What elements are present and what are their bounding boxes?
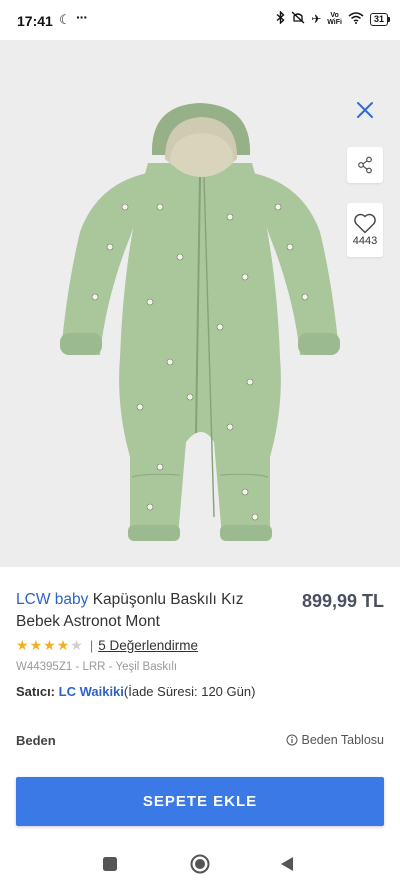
battery-level: 31 xyxy=(369,12,388,26)
seller-label: Satıcı: xyxy=(16,684,56,699)
back-button[interactable] xyxy=(275,852,299,876)
star-filled-icon: ★ xyxy=(29,637,44,653)
battery-icon: 31 xyxy=(369,12,390,26)
star-filled-icon: ★ xyxy=(43,637,57,653)
star-filled-icon: ★ xyxy=(16,637,30,653)
back-icon xyxy=(281,857,293,871)
reviews-link[interactable]: 5 Değerlendirme xyxy=(98,638,198,653)
recent-apps-button[interactable] xyxy=(98,852,122,876)
star-empty-icon: ★ xyxy=(70,637,84,653)
product-info: LCW baby Kapüşonlu Baskılı Kız Bebek Ast… xyxy=(0,567,400,777)
more-notifications-icon: ··· xyxy=(76,9,88,25)
brand-link[interactable]: LCW baby xyxy=(16,591,88,608)
product-image xyxy=(60,103,340,541)
system-nav-bar xyxy=(0,840,400,888)
home-icon xyxy=(190,854,210,874)
size-chart-link[interactable]: Beden Tablosu xyxy=(286,733,384,747)
return-period: (İade Süresi: 120 Gün) xyxy=(123,684,256,699)
wifi-icon xyxy=(348,11,364,27)
bluetooth-icon xyxy=(276,10,285,27)
status-icons: ✈ Vo WiFi 31 xyxy=(276,10,390,27)
mute-vibrate-icon xyxy=(291,11,305,27)
recent-apps-icon xyxy=(103,857,117,871)
seller-link[interactable]: LC Waikiki xyxy=(59,684,124,699)
rating-separator: | xyxy=(89,638,94,653)
product-sku: W44395Z1 - LRR - Yeşil Baskılı xyxy=(16,661,178,673)
seller-row: Satıcı: LC Waikiki(İade Süresi: 120 Gün) xyxy=(16,684,255,699)
moon-icon: ☾ xyxy=(59,12,71,27)
info-icon xyxy=(286,734,298,746)
add-to-cart-button[interactable]: SEPETE EKLE xyxy=(16,777,384,826)
product-title: LCW baby Kapüşonlu Baskılı Kız Bebek Ast… xyxy=(16,589,271,633)
rating-stars: ★★★★★ xyxy=(16,637,84,654)
vowifi-indicator: Vo WiFi xyxy=(327,12,342,26)
status-bar: 17:41 ☾ ··· ✈ Vo WiFi 31 xyxy=(0,0,400,40)
home-button[interactable] xyxy=(188,852,212,876)
product-price: 899,99 TL xyxy=(301,591,384,611)
size-label: Beden xyxy=(16,733,56,748)
star-filled-icon: ★ xyxy=(56,637,71,653)
status-time: 17:41 xyxy=(17,13,53,29)
product-image-gallery[interactable]: 4443 xyxy=(0,40,400,585)
airplane-icon: ✈ xyxy=(311,12,322,26)
rating-row: ★★★★★ | 5 Değerlendirme xyxy=(16,637,198,654)
size-chart-label: Beden Tablosu xyxy=(301,733,384,747)
